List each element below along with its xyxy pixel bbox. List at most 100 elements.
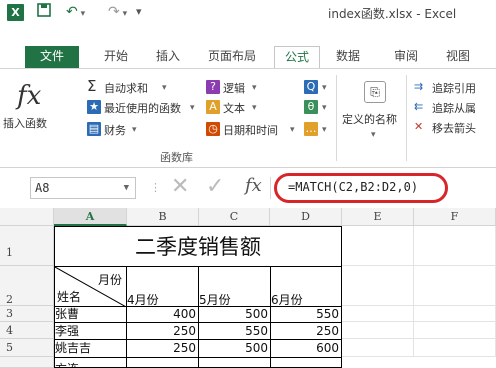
sheet-title-cell[interactable]: 二季度销售额 [54, 226, 342, 267]
lookup-reference-icon[interactable]: Q [304, 80, 318, 94]
tab-insert[interactable]: 插入 [146, 46, 190, 68]
redo-icon[interactable]: ↷ ▾ [108, 3, 127, 23]
cell-e3[interactable] [342, 306, 414, 322]
trace-dependents-label: 追踪从属 [432, 102, 476, 115]
customize-icon[interactable]: ▾ [136, 3, 142, 21]
name-cell-a3[interactable]: 张曹 [54, 306, 127, 323]
define-name-icon: ⎘ [364, 81, 386, 103]
more-functions-icon[interactable]: … [304, 122, 318, 136]
function-library-group-label: 函数库 [160, 151, 193, 164]
row-header-6[interactable] [0, 357, 54, 368]
ribbon-separator [336, 75, 337, 161]
cell-f3[interactable] [414, 306, 496, 322]
value-cell-b4[interactable]: 250 [126, 322, 199, 340]
row-header-5[interactable]: 5 [0, 339, 54, 357]
row-header-1[interactable]: 1 [0, 226, 54, 266]
excel-logo-icon: X [7, 4, 24, 21]
define-name-label: 定义的名称 [342, 113, 397, 126]
text-book-icon: A [206, 100, 220, 114]
name-box[interactable]: A8 ▼ [30, 177, 136, 199]
row-header-3[interactable]: 3 [0, 306, 54, 322]
cell-e2[interactable] [342, 266, 414, 306]
column-header-d[interactable]: D [270, 208, 342, 226]
tab-file[interactable]: 文件 [25, 46, 79, 68]
value-cell-b6[interactable] [126, 357, 199, 368]
chevron-down-icon: ▾ [252, 103, 257, 113]
datetime-label: 日期和时间 [223, 124, 278, 137]
ribbon-formulas: fx 插入函数 Σ 自动求和 ▾ ★ 最近使用的函数 ▾ ▤ 财务 ▾ ? 逻辑… [0, 68, 496, 168]
finance-book-icon: ▤ [87, 122, 101, 136]
cell-f5[interactable] [414, 339, 496, 357]
column-header-a[interactable]: A [54, 208, 127, 226]
star-icon: ★ [87, 100, 101, 114]
cell-f2[interactable] [414, 266, 496, 306]
cell-e4[interactable] [342, 322, 414, 339]
document-title: index函数.xlsx - Excel [328, 7, 457, 21]
diagonal-header-cell[interactable]: 月份 姓名 [54, 266, 127, 307]
header-name-label: 姓名 [57, 290, 82, 304]
math-trig-icon[interactable]: θ [304, 100, 318, 114]
formula-separator [270, 177, 271, 199]
finance-label: 财务 [104, 124, 126, 137]
value-cell-c5[interactable]: 500 [198, 339, 271, 358]
insert-function-label: 插入函数 [3, 117, 47, 130]
value-cell-c4[interactable]: 550 [198, 322, 271, 340]
chevron-down-icon: ▾ [322, 83, 327, 93]
cell-e5[interactable] [342, 339, 414, 357]
name-cell-a6[interactable]: 方连 [54, 357, 127, 368]
tab-data[interactable]: 数据 [326, 46, 370, 68]
select-all-corner[interactable] [0, 208, 54, 226]
row-header-4[interactable]: 4 [0, 322, 54, 339]
value-cell-d5[interactable]: 600 [270, 339, 342, 358]
title-bar: X ↶ ▾ ↷ ▾ ▾ index函数.xlsx - Excel [0, 0, 496, 44]
tab-review[interactable]: 审阅 [384, 46, 428, 68]
cell-e1[interactable] [342, 226, 414, 266]
month-header-c2[interactable]: 5月份 [198, 266, 271, 307]
clock-icon: ◷ [206, 122, 220, 136]
insert-function-icon[interactable]: fx [245, 175, 262, 196]
cell-f4[interactable] [414, 322, 496, 339]
recent-functions-label: 最近使用的函数 [104, 102, 181, 115]
save-icon[interactable] [37, 3, 51, 22]
function-icon: fx [17, 81, 42, 111]
month-header-b2[interactable]: 4月份 [126, 266, 199, 307]
tab-formulas[interactable]: 公式 [274, 46, 320, 68]
value-cell-b3[interactable]: 400 [126, 306, 199, 323]
cancel-icon[interactable]: ✕ [171, 174, 189, 199]
name-cell-a5[interactable]: 姚吉吉 [54, 339, 127, 358]
row-header-2[interactable]: 2 [0, 266, 54, 306]
drag-handle-icon[interactable]: ⋮ [150, 181, 161, 194]
value-cell-c3[interactable]: 500 [198, 306, 271, 323]
header-month-label: 月份 [97, 273, 122, 287]
chevron-down-icon: ▼ [123, 183, 129, 193]
column-header-e[interactable]: E [342, 208, 414, 226]
worksheet-grid[interactable]: A B C D E F 1 2 3 4 5 二季度销售额 月份 姓名 4月份 5… [0, 208, 496, 368]
chevron-down-icon: ▾ [290, 125, 295, 135]
chevron-down-icon: ▾ [371, 130, 376, 140]
cell-f1[interactable] [414, 226, 496, 266]
tab-home[interactable]: 开始 [94, 46, 138, 68]
undo-icon[interactable]: ↶ ▾ [66, 3, 85, 23]
trace-dependents-icon: ⇇ [414, 100, 424, 113]
tab-view[interactable]: 视图 [436, 46, 480, 68]
formula-bar: A8 ▼ ⋮ ✕ ✓ fx =MATCH(C2,B2:D2,0) [0, 172, 496, 204]
name-cell-a4[interactable]: 李强 [54, 322, 127, 340]
value-cell-d4[interactable]: 250 [270, 322, 342, 340]
text-label: 文本 [223, 102, 245, 115]
column-header-f[interactable]: F [414, 208, 496, 226]
name-box-value: A8 [35, 181, 50, 195]
value-cell-b5[interactable]: 250 [126, 339, 199, 358]
value-cell-c6[interactable] [198, 357, 271, 368]
autosum-label: 自动求和 [104, 82, 148, 95]
remove-arrows-icon: ✕ [414, 120, 424, 133]
tab-page-layout[interactable]: 页面布局 [197, 46, 267, 68]
logical-label: 逻辑 [223, 82, 245, 95]
value-cell-d3[interactable]: 550 [270, 306, 342, 323]
value-cell-d6[interactable] [270, 357, 342, 368]
chevron-down-icon: ▾ [252, 83, 257, 93]
enter-check-icon[interactable]: ✓ [206, 174, 224, 199]
red-highlight-oval [274, 173, 448, 203]
column-header-c[interactable]: C [199, 208, 270, 226]
month-header-d2[interactable]: 6月份 [270, 266, 342, 307]
column-header-b[interactable]: B [127, 208, 199, 226]
